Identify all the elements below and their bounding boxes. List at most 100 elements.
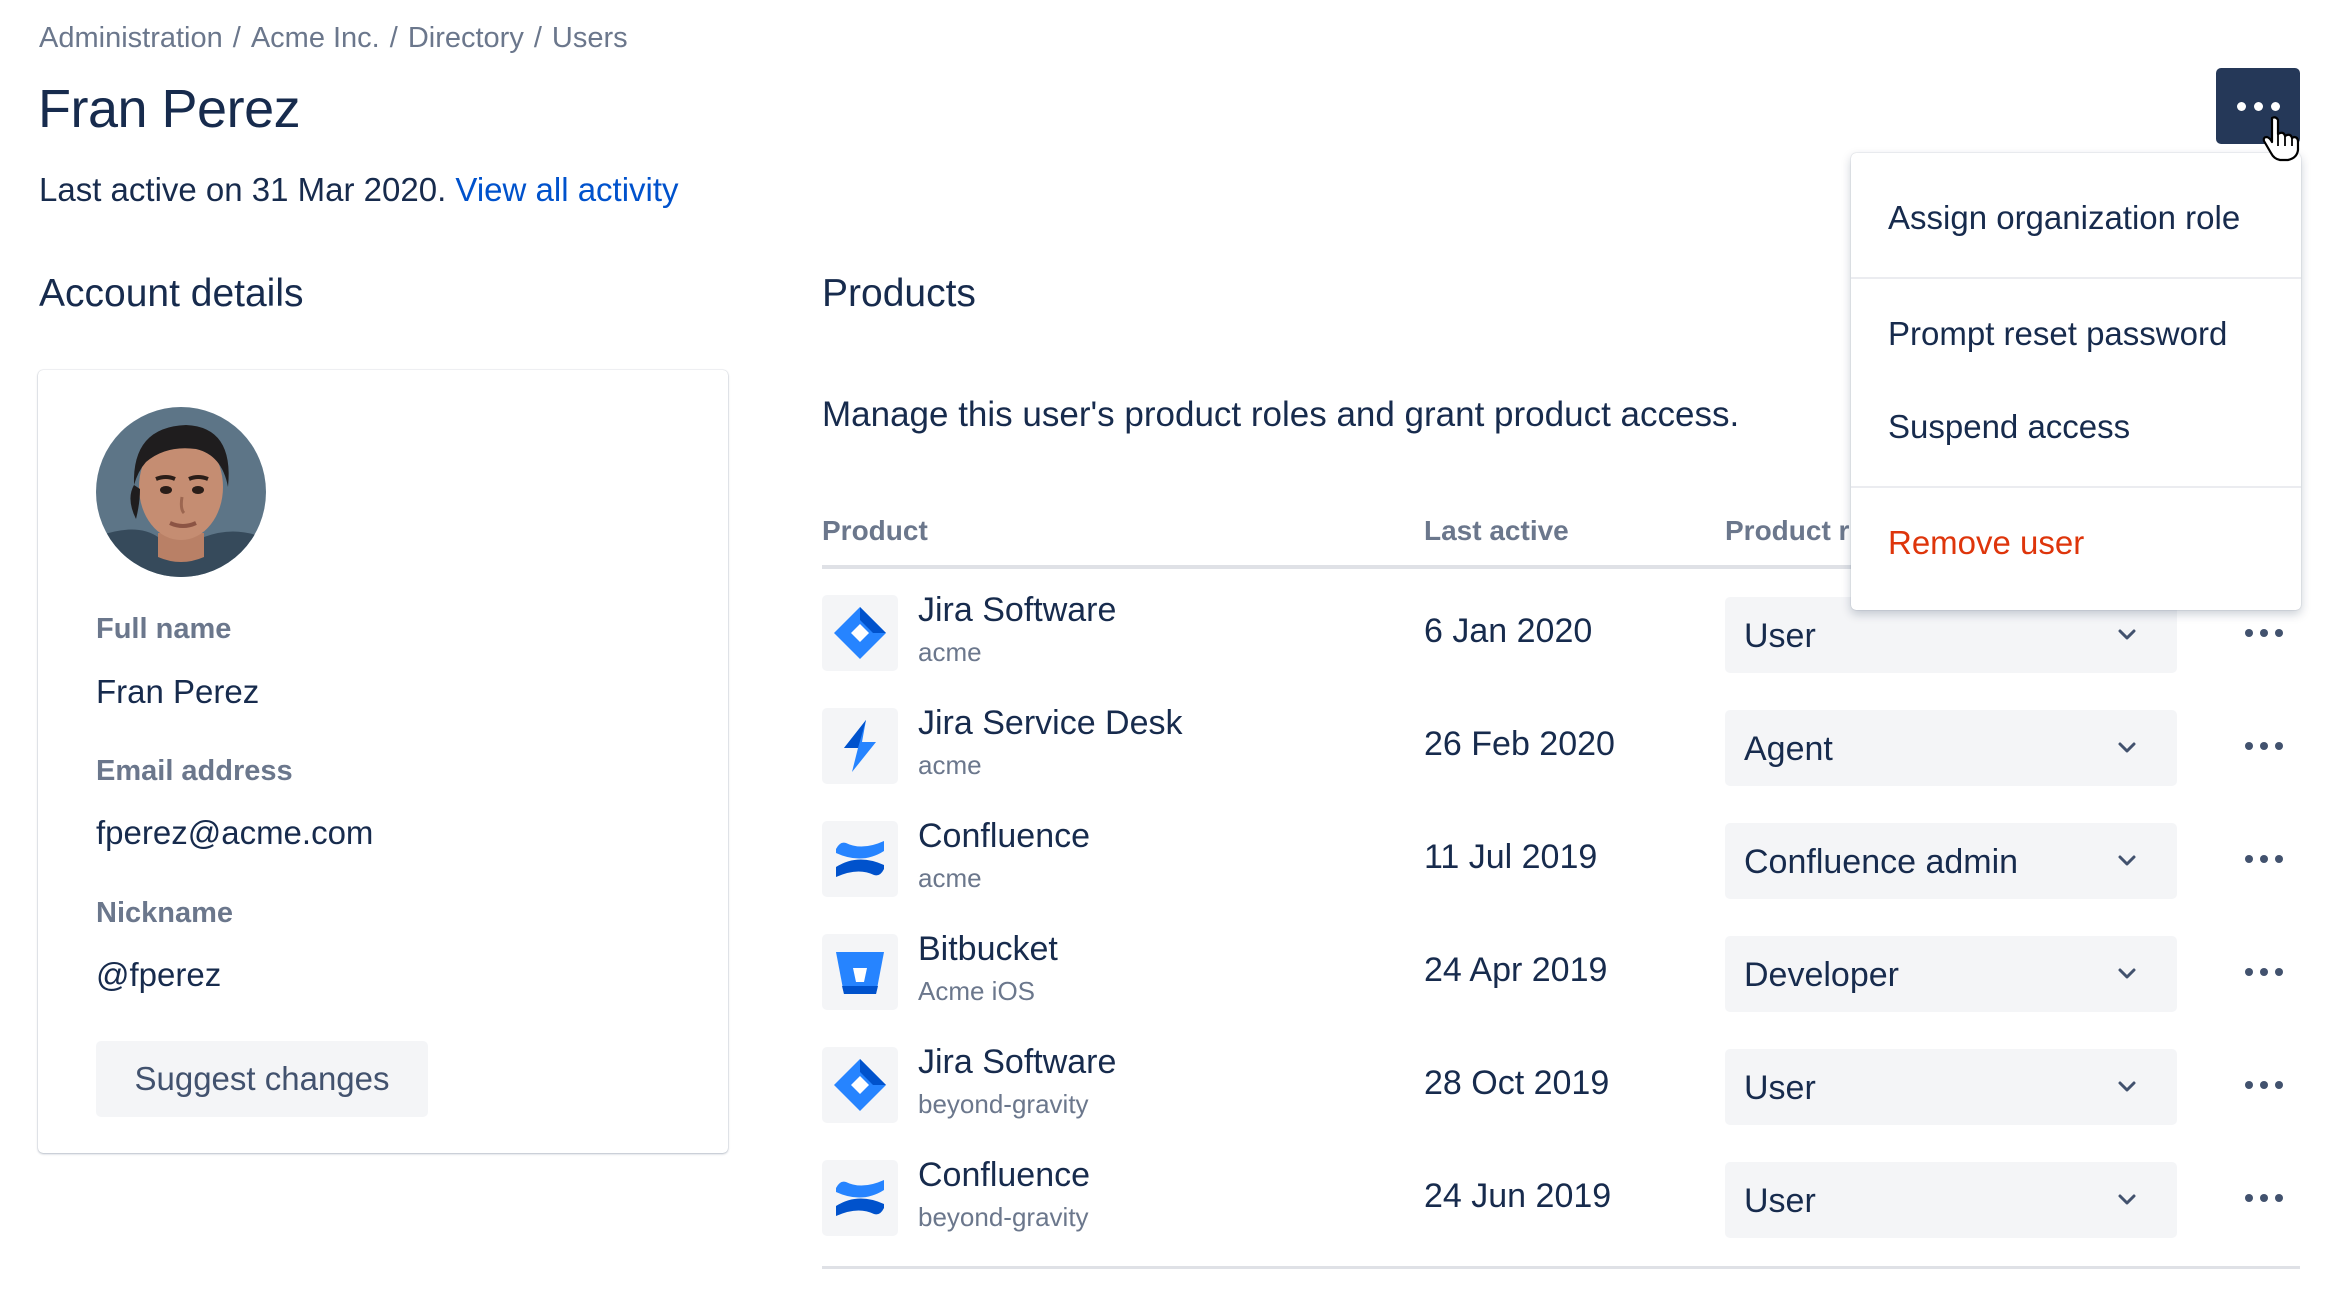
email-address-label: Email address [96, 755, 293, 787]
full-name-label: Full name [96, 613, 232, 645]
table-row: Jira Software beyond-gravity 28 Oct 2019… [822, 1037, 2300, 1137]
hand-cursor-icon [2262, 116, 2300, 162]
more-dot-icon [2260, 742, 2268, 750]
page-title: Fran Perez [38, 79, 301, 139]
more-dot-icon [2245, 1194, 2253, 1202]
products-heading: Products [822, 272, 976, 315]
jira-software-icon [822, 595, 898, 671]
product-role-select[interactable]: Developer [1725, 936, 2177, 1012]
more-actions-menu: Assign organization role Prompt reset pa… [1851, 153, 2301, 610]
menu-item-suspend-access[interactable]: Suspend access [1851, 408, 2301, 446]
more-dot-icon [2275, 629, 2283, 637]
chevron-down-icon [2118, 1081, 2136, 1092]
avatar [96, 407, 266, 577]
more-dot-icon [2275, 742, 2283, 750]
nickname-label: Nickname [96, 897, 234, 929]
suggest-changes-button[interactable]: Suggest changes [96, 1041, 428, 1117]
chevron-down-icon [2118, 968, 2136, 979]
confluence-icon [822, 1160, 898, 1236]
product-name: Jira Software [918, 591, 1117, 629]
more-dot-icon [2253, 101, 2263, 111]
full-name-value: Fran Perez [96, 673, 260, 710]
product-name: Confluence [918, 1156, 1091, 1194]
chevron-down-icon [2118, 629, 2136, 640]
table-row: Confluence acme 11 Jul 2019 Confluence a… [822, 811, 2300, 911]
table-row: Confluence beyond-gravity 24 Jun 2019 Us… [822, 1150, 2300, 1250]
more-dot-icon [2260, 629, 2268, 637]
menu-item-prompt-reset-password[interactable]: Prompt reset password [1851, 315, 2301, 353]
breadcrumb-item-directory[interactable]: Directory [408, 22, 524, 54]
bitbucket-icon [822, 934, 898, 1010]
more-dot-icon [2275, 855, 2283, 863]
menu-item-assign-organization-role[interactable]: Assign organization role [1851, 199, 2301, 237]
breadcrumb-item-administration[interactable]: Administration [39, 22, 223, 54]
chevron-down-icon [2118, 1194, 2136, 1205]
product-last-active: 24 Jun 2019 [1424, 1177, 1612, 1215]
more-dot-icon [2275, 968, 2283, 976]
product-role-value: Developer [1744, 956, 1899, 994]
product-site: acme [918, 637, 982, 667]
product-role-select[interactable]: Agent [1725, 710, 2177, 786]
breadcrumb: Administration / Acme Inc. / Directory / Users [39, 22, 628, 54]
last-active-text: Last active on 31 Mar 2020. [39, 171, 447, 208]
breadcrumb-item-users[interactable]: Users [552, 22, 628, 54]
product-role-value: User [1744, 617, 1816, 655]
row-more-actions-button[interactable] [2232, 952, 2296, 992]
column-header-last-active[interactable]: Last active [1424, 515, 1569, 547]
product-last-active: 24 Apr 2019 [1424, 951, 1608, 989]
product-site: acme [918, 750, 982, 780]
more-dot-icon [2245, 629, 2253, 637]
more-dot-icon [2260, 968, 2268, 976]
product-name: Confluence [918, 817, 1091, 855]
jira-software-icon [822, 1047, 898, 1123]
more-dot-icon [2275, 1194, 2283, 1202]
product-role-value: User [1744, 1182, 1816, 1220]
table-row: Jira Service Desk acme 26 Feb 2020 Agent [822, 698, 2300, 798]
more-dot-icon [2245, 855, 2253, 863]
confluence-icon [822, 821, 898, 897]
menu-divider [1851, 277, 2301, 279]
view-all-activity-link[interactable]: View all activity [455, 171, 678, 208]
table-row: Bitbucket Acme iOS 24 Apr 2019 Developer [822, 924, 2300, 1024]
breadcrumb-item-acme[interactable]: Acme Inc. [251, 22, 380, 54]
product-name: Jira Software [918, 1043, 1117, 1081]
more-dot-icon [2260, 1081, 2268, 1089]
more-dot-icon [2245, 1081, 2253, 1089]
product-role-value: Confluence admin [1744, 843, 2019, 881]
more-dot-icon [2270, 101, 2280, 111]
product-site: beyond-gravity [918, 1089, 1089, 1119]
product-name: Bitbucket [918, 930, 1058, 968]
product-role-select[interactable]: User [1725, 1049, 2177, 1125]
account-details-heading: Account details [39, 272, 304, 315]
product-last-active: 26 Feb 2020 [1424, 725, 1615, 763]
product-role-value: Agent [1744, 730, 1833, 768]
product-site: beyond-gravity [918, 1202, 1089, 1232]
more-dot-icon [2260, 1194, 2268, 1202]
table-bottom-divider [822, 1266, 2300, 1269]
product-site: Acme iOS [918, 976, 1036, 1006]
more-dot-icon [2245, 968, 2253, 976]
row-more-actions-button[interactable] [2232, 613, 2296, 653]
column-header-product[interactable]: Product [822, 515, 928, 547]
chevron-down-icon [2118, 742, 2136, 753]
product-last-active: 11 Jul 2019 [1424, 838, 1598, 876]
column-header-product-role[interactable]: Product r [1725, 515, 1849, 547]
row-more-actions-button[interactable] [2232, 1178, 2296, 1218]
product-last-active: 28 Oct 2019 [1424, 1064, 1610, 1102]
product-role-value: User [1744, 1069, 1816, 1107]
products-description: Manage this user's product roles and gra… [822, 395, 1740, 434]
product-role-select[interactable]: User [1725, 1162, 2177, 1238]
nickname-value: @fperez [96, 956, 222, 993]
row-more-actions-button[interactable] [2232, 839, 2296, 879]
product-last-active: 6 Jan 2020 [1424, 612, 1593, 650]
product-role-select[interactable]: Confluence admin [1725, 823, 2177, 899]
row-more-actions-button[interactable] [2232, 1065, 2296, 1105]
more-dot-icon [2245, 742, 2253, 750]
jira-service-desk-icon [822, 708, 898, 784]
last-active-line: Last active on 31 Mar 2020. View all act… [39, 171, 679, 209]
menu-item-remove-user[interactable]: Remove user [1851, 524, 2301, 562]
more-dot-icon [2260, 855, 2268, 863]
row-more-actions-button[interactable] [2232, 726, 2296, 766]
account-details-card: Full name Fran Perez Email address fpere… [38, 370, 728, 1153]
more-dot-icon [2236, 101, 2246, 111]
